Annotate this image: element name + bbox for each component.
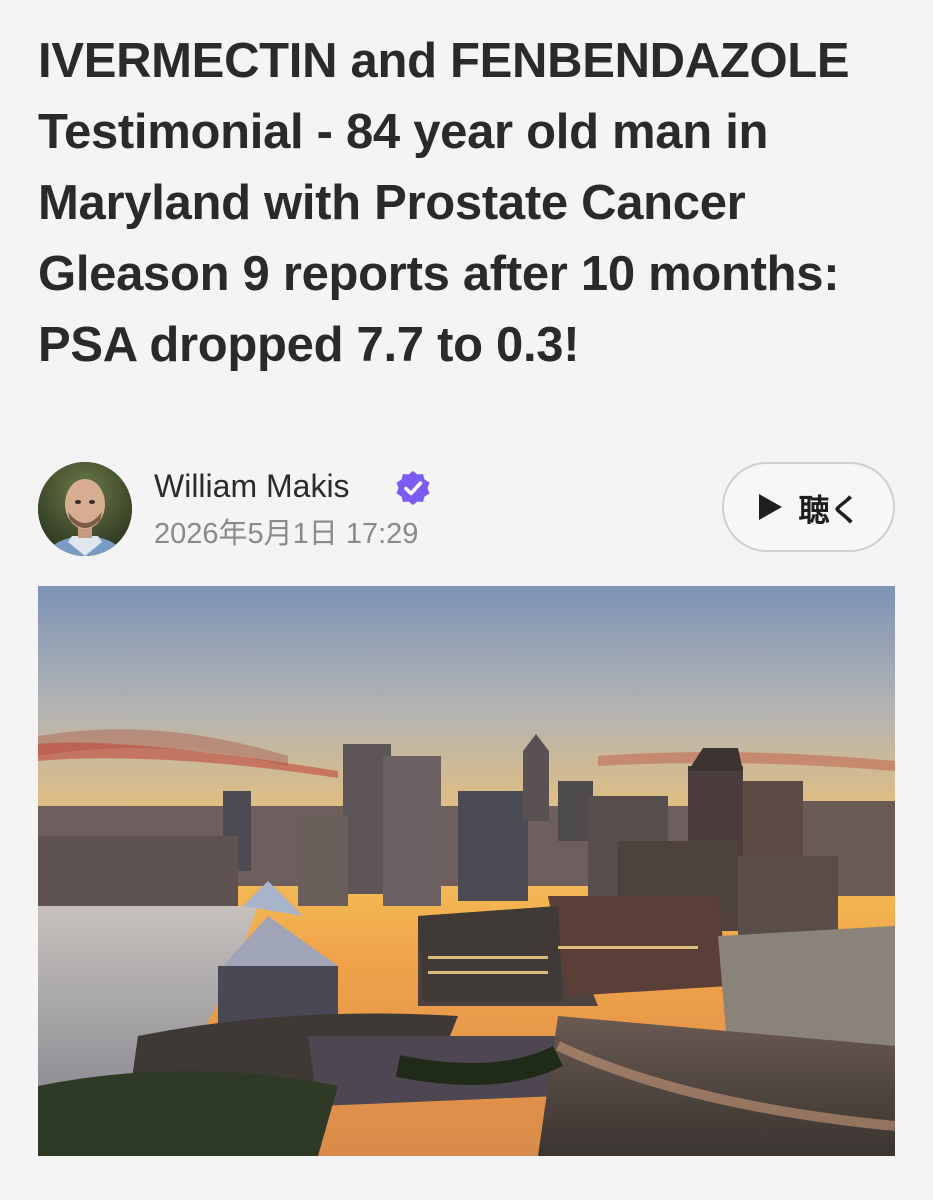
listen-button[interactable]: 聴く (722, 462, 895, 552)
hero-image (38, 586, 895, 1156)
author-avatar[interactable] (38, 462, 132, 556)
author-name[interactable]: William Makis (154, 466, 350, 506)
author-byline: William Makis 2026年5月1日 17:29 聴く (38, 462, 895, 558)
verified-badge-icon (394, 469, 432, 507)
listen-button-label: 聴く (798, 492, 861, 528)
article-title: IVERMECTIN and FENBENDAZOLE Testimonial … (38, 34, 850, 372)
city-skyline-photo (38, 586, 895, 1156)
post-date: 2026年5月1日 17:29 (154, 518, 419, 550)
play-icon (757, 493, 783, 521)
